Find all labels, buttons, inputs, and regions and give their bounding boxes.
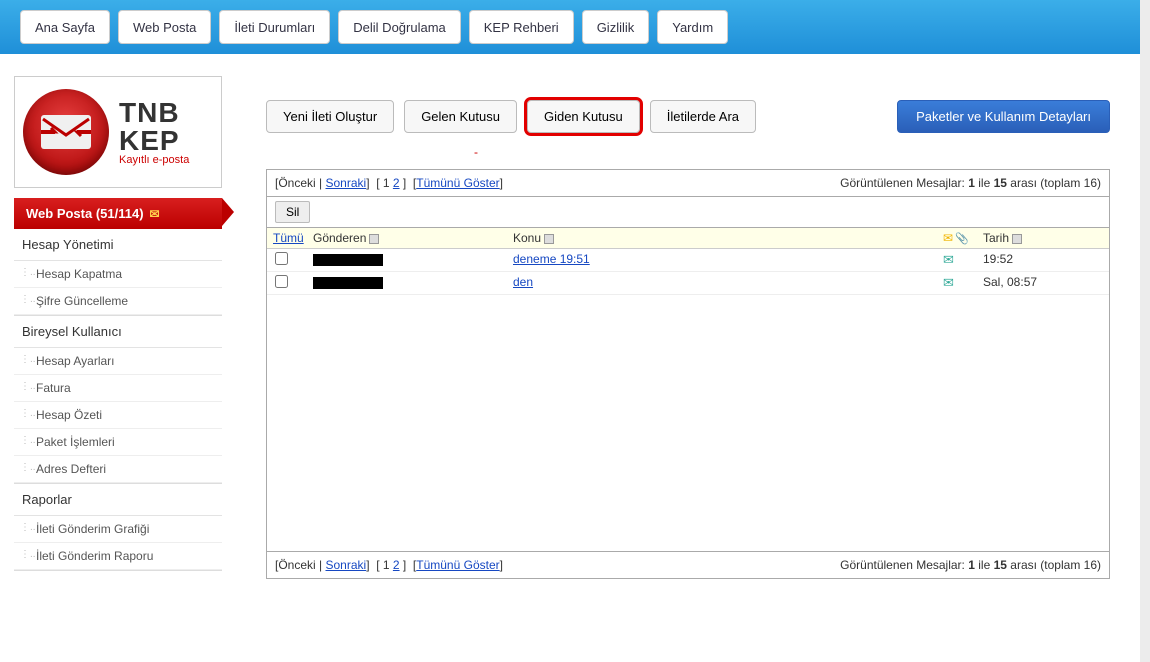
message-subject-link[interactable]: den (513, 275, 533, 289)
logo-disc-icon (23, 89, 109, 175)
sort-icon[interactable] (544, 234, 554, 244)
message-list-panel: [Önceki | Sonraki] [ 1 2 ] [Tümünü Göste… (266, 169, 1110, 579)
top-nav: Ana Sayfa Web Posta İleti Durumları Deli… (0, 0, 1140, 54)
pager-show-all-b[interactable]: Tümünü Göster (416, 558, 499, 572)
pager-page-2[interactable]: 2 (393, 176, 400, 190)
table-row[interactable]: den ✉ Sal, 08:57 (267, 272, 1109, 295)
inbox-button[interactable]: Gelen Kutusu (404, 100, 517, 133)
sidebar-item-send-report[interactable]: İleti Gönderim Raporu (14, 543, 222, 570)
nav-verify[interactable]: Delil Doğrulama (338, 10, 460, 44)
pager-page-2-b[interactable]: 2 (393, 558, 400, 572)
nav-help[interactable]: Yardım (657, 10, 728, 44)
nav-status[interactable]: İleti Durumları (219, 10, 330, 44)
outbox-button[interactable]: Giden Kutusu (527, 100, 640, 133)
mail-new-icon: ✉ (150, 207, 160, 221)
sidebar-item-close-account[interactable]: Hesap Kapatma (14, 261, 222, 288)
header-subject[interactable]: Konu (513, 231, 541, 245)
pager-next-link[interactable]: Sonraki (326, 176, 367, 190)
pager-page-1-b: 1 (383, 558, 390, 572)
sender-redacted (313, 277, 383, 289)
delete-button[interactable]: Sil (275, 201, 310, 223)
header-select-all[interactable]: Tümü (273, 231, 313, 245)
sidebar-item-webmail-active[interactable]: Web Posta (51/114) ✉ (14, 198, 222, 229)
pager-show-all[interactable]: Tümünü Göster (416, 176, 499, 190)
sidebar-active-label: Web Posta (51/114) (26, 206, 144, 221)
pager-info-b: Görüntülenen Mesajlar: 1 ile 15 arası (t… (840, 558, 1101, 572)
sidebar-item-address-book[interactable]: Adres Defteri (14, 456, 222, 483)
sidebar-section-account[interactable]: Hesap Yönetimi (14, 229, 222, 261)
nav-home[interactable]: Ana Sayfa (20, 10, 110, 44)
message-date: Sal, 08:57 (983, 275, 1103, 291)
message-date: 19:52 (983, 252, 1103, 268)
logo-tagline: Kayıtlı e-posta (119, 155, 189, 166)
sidebar-item-account-settings[interactable]: Hesap Ayarları (14, 348, 222, 375)
pager-prev-label-b: Önceki (278, 558, 315, 572)
table-row[interactable]: deneme 19:51 ✉ 19:52 (267, 249, 1109, 272)
search-messages-button[interactable]: İletilerde Ara (650, 100, 756, 133)
compose-button[interactable]: Yeni İleti Oluştur (266, 100, 394, 133)
read-status-icon: ✉ (943, 252, 954, 268)
sidebar-section-user[interactable]: Bireysel Kullanıcı (14, 316, 222, 348)
sort-icon[interactable] (1012, 234, 1022, 244)
nav-webmail[interactable]: Web Posta (118, 10, 211, 44)
row-checkbox[interactable] (275, 275, 288, 288)
sidebar-item-invoice[interactable]: Fatura (14, 375, 222, 402)
envelope-icon (41, 115, 91, 149)
sort-icon[interactable] (369, 234, 379, 244)
pager-page-1: 1 (383, 176, 390, 190)
pager-bottom: [Önceki | Sonraki] [ 1 2 ] [Tümünü Göste… (267, 551, 1109, 578)
pager-next-link-b[interactable]: Sonraki (326, 558, 367, 572)
logo: TNB KEP Kayıtlı e-posta (14, 76, 222, 188)
main-area: Yeni İleti Oluştur Gelen Kutusu Giden Ku… (232, 76, 1140, 579)
sidebar: TNB KEP Kayıtlı e-posta Web Posta (51/11… (0, 76, 232, 579)
logo-text-tnb: TNB (119, 99, 189, 127)
sidebar-item-password[interactable]: Şifre Güncelleme (14, 288, 222, 315)
packages-usage-button[interactable]: Paketler ve Kullanım Detayları (897, 100, 1110, 133)
read-status-icon: ✉ (943, 275, 954, 291)
pager-info: Görüntülenen Mesajlar: 1 ile 15 arası (t… (840, 176, 1101, 190)
logo-text-kep: KEP (119, 127, 189, 155)
sender-redacted (313, 254, 383, 266)
sidebar-section-reports[interactable]: Raporlar (14, 484, 222, 516)
pager-top: [Önceki | Sonraki] [ 1 2 ] [Tümünü Göste… (267, 170, 1109, 197)
header-date[interactable]: Tarih (983, 231, 1009, 245)
attachment-icon (955, 231, 969, 245)
message-subject-link[interactable]: deneme 19:51 (513, 252, 590, 266)
row-checkbox[interactable] (275, 252, 288, 265)
nav-guide[interactable]: KEP Rehberi (469, 10, 574, 44)
header-from[interactable]: Gönderen (313, 231, 366, 245)
mail-icon (943, 231, 953, 245)
pager-prev-label: Önceki (278, 176, 315, 190)
nav-privacy[interactable]: Gizlilik (582, 10, 650, 44)
sidebar-item-packages[interactable]: Paket İşlemleri (14, 429, 222, 456)
sidebar-item-summary[interactable]: Hesap Özeti (14, 402, 222, 429)
sidebar-item-send-chart[interactable]: İleti Gönderim Grafiği (14, 516, 222, 543)
divider-mark: - (466, 145, 486, 159)
table-header: Tümü Gönderen Konu Tarih (267, 228, 1109, 249)
